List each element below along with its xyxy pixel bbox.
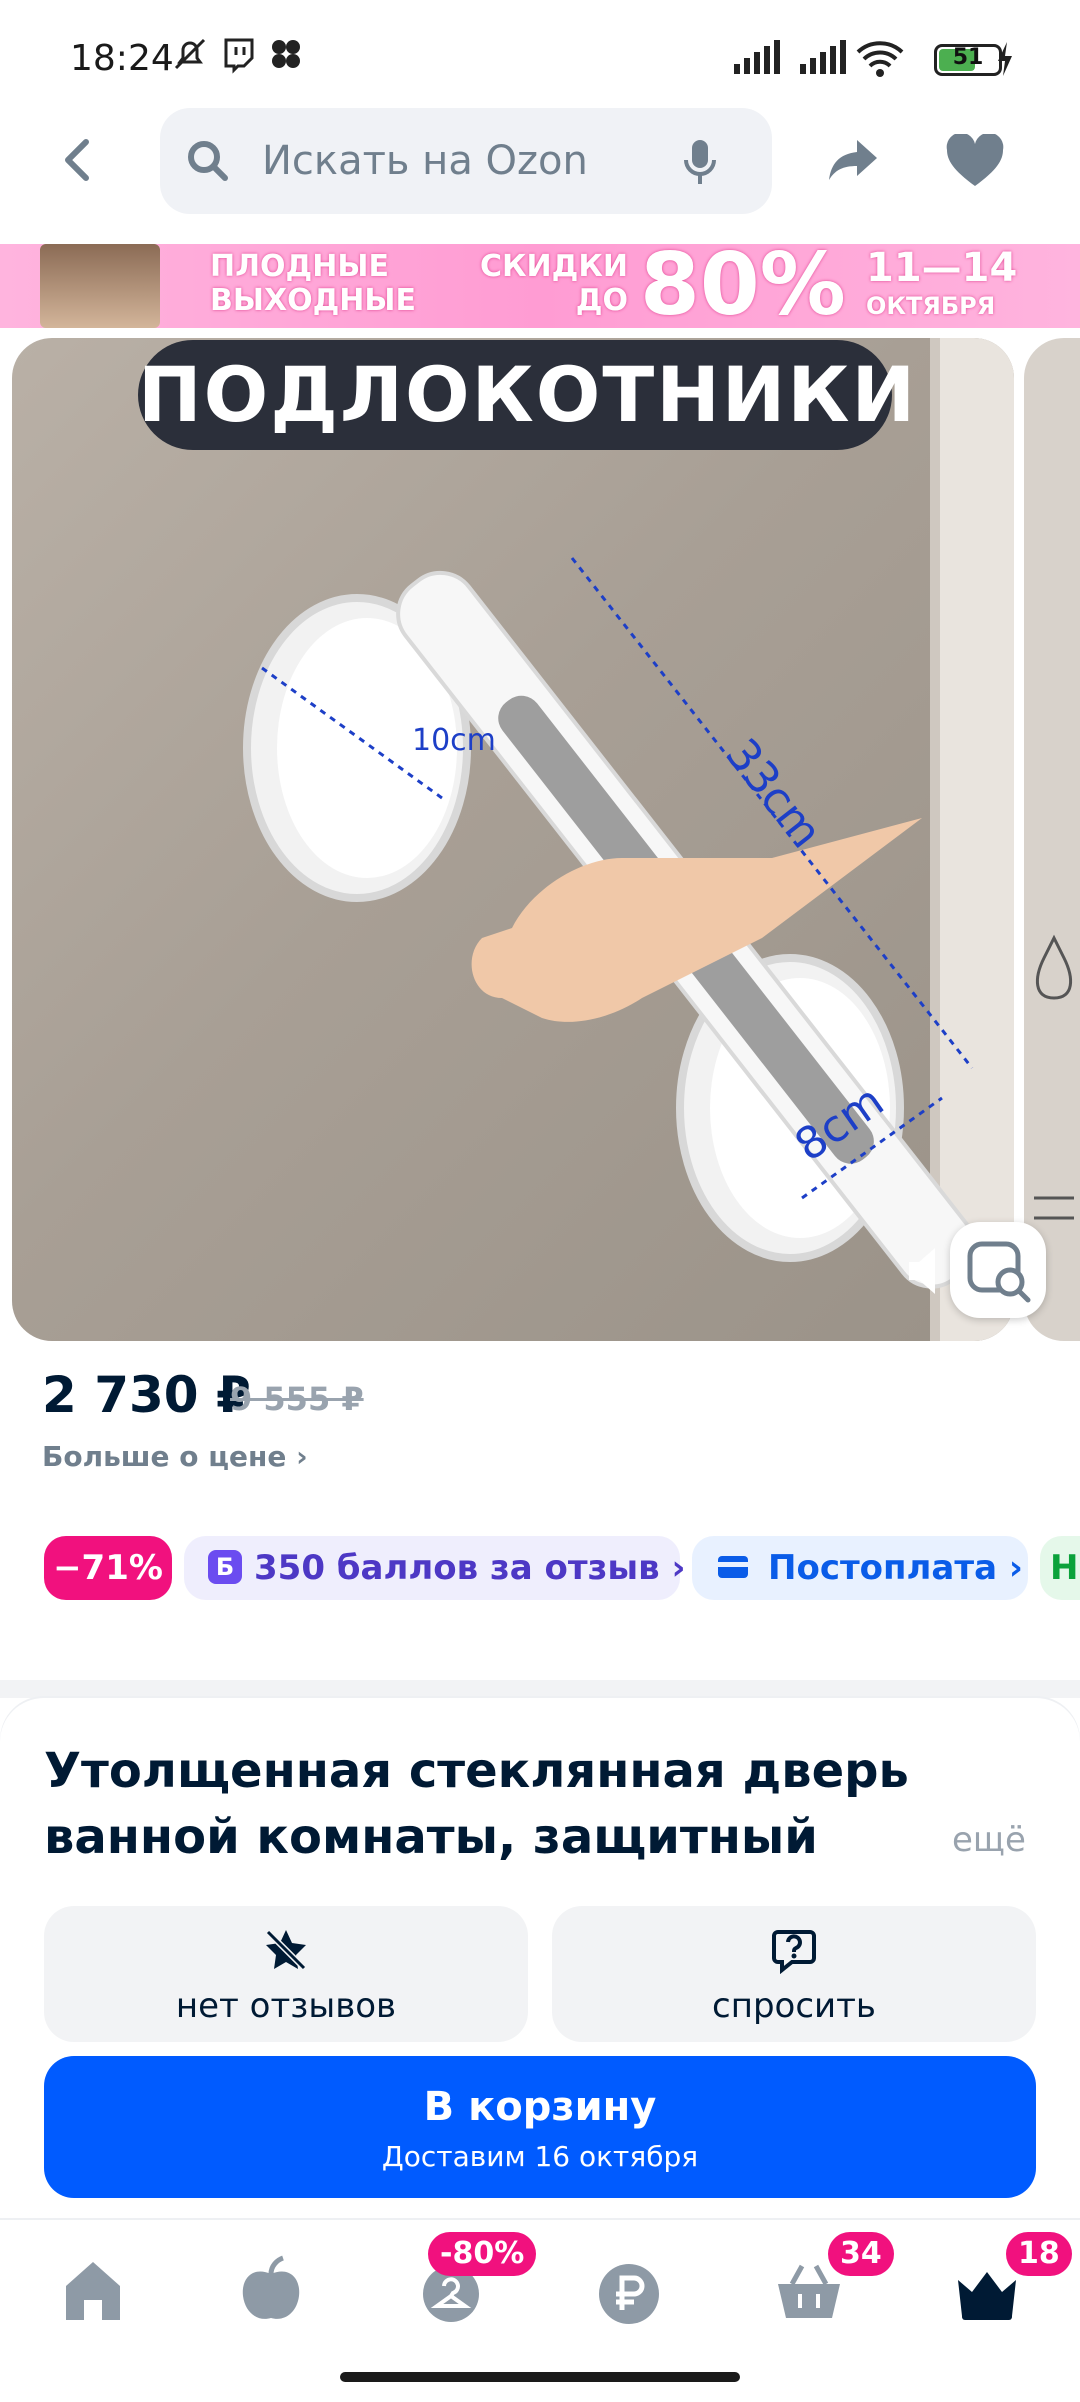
add-to-cart-label: В корзину bbox=[423, 2084, 657, 2130]
charging-icon bbox=[998, 42, 1012, 76]
postpay-chip[interactable]: Постоплата › bbox=[692, 1536, 1028, 1600]
battery: 51 bbox=[934, 44, 1002, 76]
app-icon bbox=[272, 40, 300, 68]
banner-photo bbox=[40, 244, 160, 328]
home-indicator[interactable] bbox=[340, 2372, 740, 2382]
search-icon bbox=[188, 141, 228, 181]
product-image[interactable]: 10cm 33cm 8cm bbox=[12, 338, 1014, 1341]
promo-banner[interactable]: ПЛОДНЫЕ ВЫХОДНЫЕ СКИДКИ ДО 80% 11—14 ОКТЯБ… bbox=[0, 244, 1080, 328]
bonus-icon: Б bbox=[208, 1550, 242, 1584]
question-icon bbox=[772, 1930, 816, 1974]
ask-label: спросить bbox=[712, 1986, 876, 2026]
visual-search-icon bbox=[967, 1241, 1031, 1303]
review-bonus-chip[interactable]: Б 350 баллов за отзыв › bbox=[184, 1536, 685, 1600]
card-icon bbox=[718, 1556, 748, 1578]
star-off-icon bbox=[265, 1929, 307, 1971]
filter-icons bbox=[1034, 934, 1074, 1220]
battery-level: 51 bbox=[952, 45, 984, 70]
postpay-label: Постоплата › bbox=[768, 1548, 1023, 1588]
price-current: 2 730 ₽ bbox=[42, 1366, 251, 1424]
price-details-link[interactable]: Больше о цене › bbox=[42, 1440, 308, 1473]
mic-icon[interactable] bbox=[680, 138, 720, 186]
fresh-icon[interactable] bbox=[226, 2250, 316, 2330]
back-icon[interactable] bbox=[50, 130, 110, 190]
sound-icon[interactable] bbox=[905, 1244, 947, 1298]
reviews-button[interactable]: нет отзывов bbox=[44, 1906, 528, 2042]
ask-question-button[interactable]: спросить bbox=[552, 1906, 1036, 2042]
discount-badge: −71% bbox=[44, 1536, 172, 1600]
product-illustration bbox=[243, 338, 1014, 1341]
dimension-label: 10cm bbox=[412, 723, 496, 758]
home-icon[interactable] bbox=[48, 2250, 138, 2330]
status-time: 18:24 bbox=[70, 38, 174, 79]
bell-off-icon bbox=[174, 38, 206, 70]
banner-dates: 11—14 bbox=[866, 245, 1018, 291]
add-to-cart-button[interactable]: В корзину Доставим 16 октября bbox=[44, 2056, 1036, 2198]
expand-title-button[interactable]: ещё bbox=[952, 1820, 1026, 1860]
profile-badge: 18 bbox=[1006, 2232, 1072, 2276]
next-chip[interactable]: Н bbox=[1040, 1536, 1080, 1600]
banner-percent: 80% bbox=[640, 244, 846, 328]
cart-count-badge: 34 bbox=[828, 2232, 894, 2276]
ruble-icon[interactable] bbox=[584, 2250, 674, 2330]
section-divider bbox=[0, 1680, 1080, 1698]
sale-badge: -80% bbox=[428, 2232, 537, 2276]
banner-text-discount: СКИДКИ ДО bbox=[480, 249, 628, 318]
banner-text: ПЛОДНЫЕ ВЫХОДНЫЕ bbox=[210, 249, 416, 318]
signal-icon bbox=[734, 40, 780, 74]
twitch-icon bbox=[224, 38, 254, 74]
search-placeholder: Искать на Ozon bbox=[262, 138, 588, 184]
delivery-date: Доставим 16 октября bbox=[381, 2140, 699, 2173]
share-icon[interactable] bbox=[825, 132, 881, 188]
signal-icon-2 bbox=[800, 40, 846, 74]
heart-icon[interactable] bbox=[945, 134, 1005, 190]
visual-search-button[interactable] bbox=[950, 1222, 1046, 1318]
next-product-image[interactable] bbox=[1024, 338, 1080, 1341]
product-title: Утолщенная стеклянная дверь ванной комна… bbox=[44, 1743, 909, 1865]
reviews-label: нет отзывов bbox=[175, 1986, 397, 2026]
wifi-icon bbox=[856, 41, 904, 77]
image-caption: ПОДЛОКОТНИКИ bbox=[138, 340, 915, 450]
banner-month: ОКТЯБРЯ bbox=[866, 292, 996, 320]
price-old: 9 555 ₽ bbox=[230, 1380, 364, 1418]
review-bonus-label: 350 баллов за отзыв › bbox=[254, 1548, 686, 1588]
